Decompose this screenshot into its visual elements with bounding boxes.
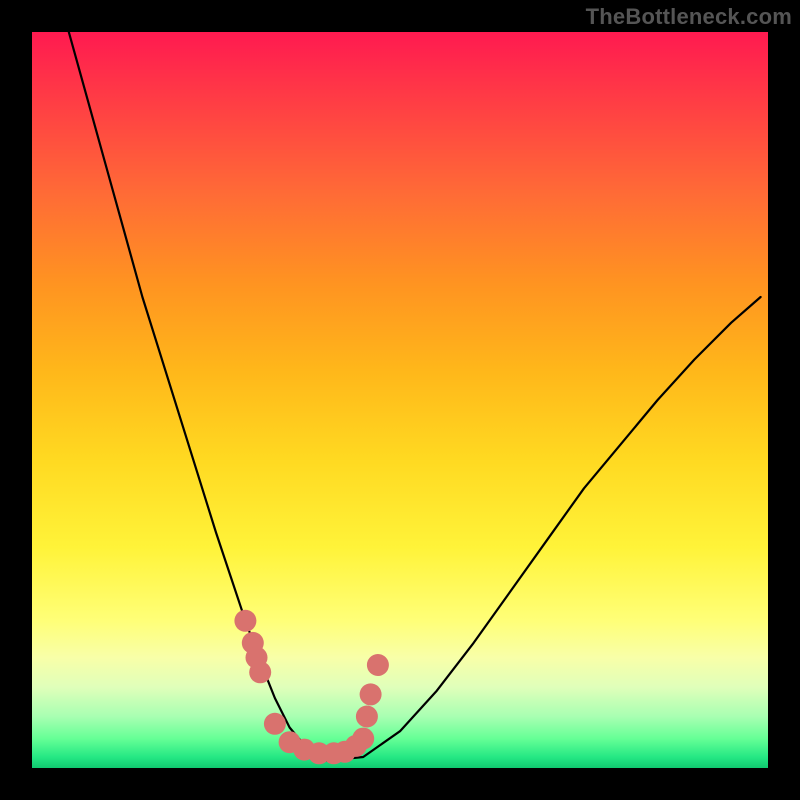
- highlight-dot: [352, 728, 374, 750]
- highlight-dot: [360, 683, 382, 705]
- highlight-dot: [356, 706, 378, 728]
- highlight-dot: [264, 713, 286, 735]
- bottleneck-curve: [69, 32, 761, 761]
- highlight-dot: [249, 661, 271, 683]
- watermark-text: TheBottleneck.com: [586, 4, 792, 30]
- chart-frame: TheBottleneck.com: [0, 0, 800, 800]
- highlight-dot: [234, 610, 256, 632]
- highlight-dots: [234, 610, 389, 765]
- plot-area: [32, 32, 768, 768]
- highlight-dot: [367, 654, 389, 676]
- chart-svg: [32, 32, 768, 768]
